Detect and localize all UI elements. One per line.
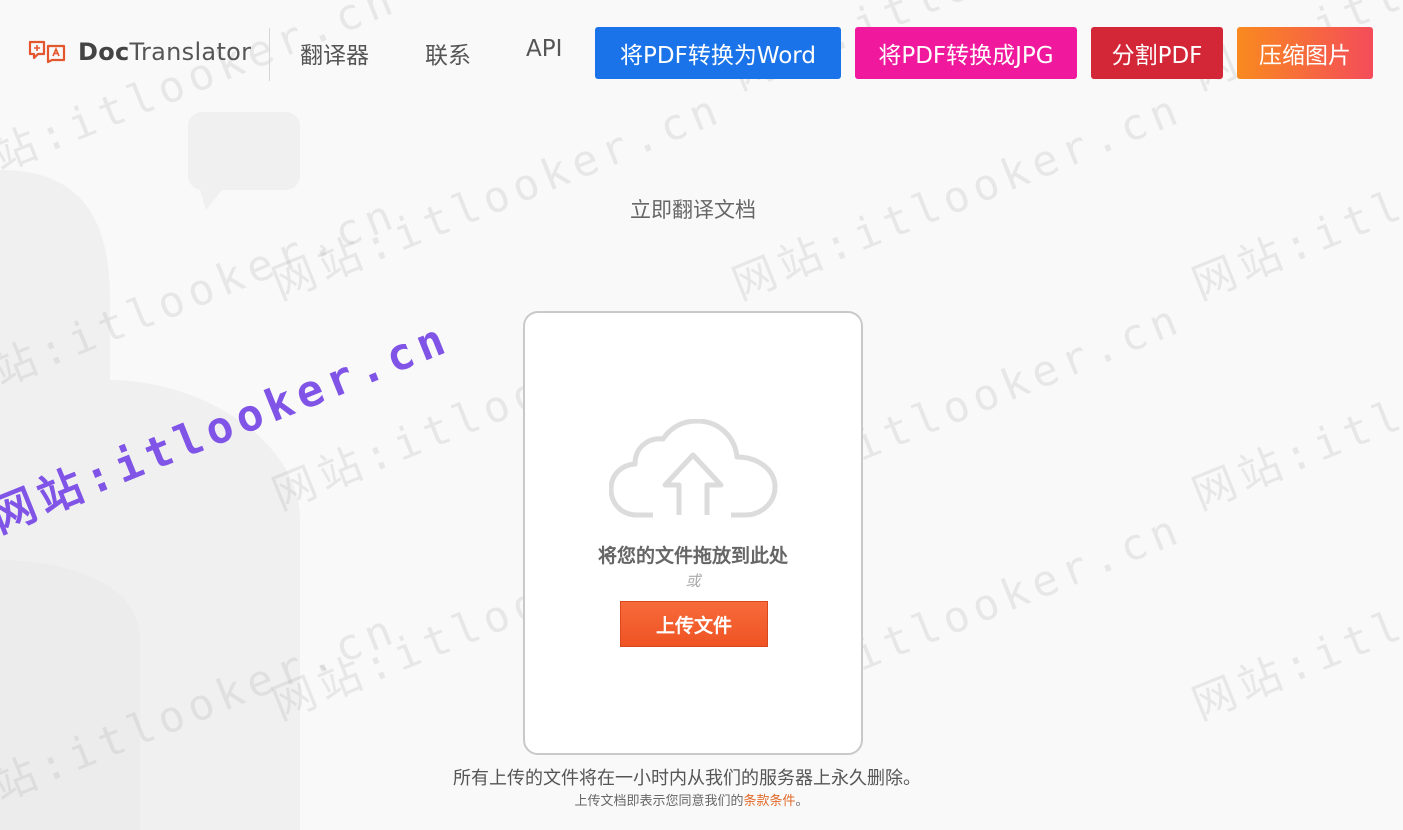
nav-link-contact[interactable]: 联系	[425, 36, 471, 70]
drop-files-text: 将您的文件拖放到此处	[597, 545, 788, 567]
watermark-accent-text: 网站:itlooker.cn	[0, 312, 458, 544]
logo[interactable]: DocTranslator	[28, 34, 251, 70]
page: 网站:itlooker.cn 网站:itlooker.cn 网站:itlooke…	[0, 0, 1403, 830]
cloud-upload-icon	[609, 419, 778, 518]
deletion-notice: 所有上传的文件将在一小时内从我们的服务器上永久删除。	[453, 768, 921, 789]
page-title: 立即翻译文档	[630, 198, 756, 222]
consent-text: 上传文档即表示您同意我们的	[574, 794, 744, 809]
translate-logo-icon	[28, 40, 66, 64]
pdf-to-word-button[interactable]: 将PDF转换为Word	[595, 27, 841, 79]
or-separator: 或	[685, 572, 701, 590]
header-divider	[269, 28, 270, 81]
split-pdf-button[interactable]: 分割PDF	[1091, 27, 1223, 79]
compress-image-button[interactable]: 压缩图片	[1237, 27, 1373, 79]
pdf-to-jpg-button[interactable]: 将PDF转换成JPG	[855, 27, 1077, 79]
watermark-text: 网站:itlooker.cn	[1185, 503, 1403, 731]
file-drop-zone[interactable]: 将您的文件拖放到此处 或 上传文件	[523, 311, 863, 755]
terms-consent: 上传文档即表示您同意我们的条款条件。	[0, 790, 1383, 809]
upload-file-button[interactable]: 上传文件	[620, 601, 768, 647]
consent-suffix: 。	[795, 794, 809, 809]
terms-link[interactable]: 条款条件	[743, 794, 795, 809]
nav-link-api[interactable]: API	[526, 36, 562, 62]
logo-text: DocTranslator	[78, 38, 252, 66]
watermark-text: 网站:itlooker.cn	[1185, 293, 1403, 521]
top-navigation: DocTranslator 翻译器 联系 API 将PDF转换为Word 将PD…	[0, 0, 1403, 106]
nav-link-translator[interactable]: 翻译器	[300, 36, 369, 70]
